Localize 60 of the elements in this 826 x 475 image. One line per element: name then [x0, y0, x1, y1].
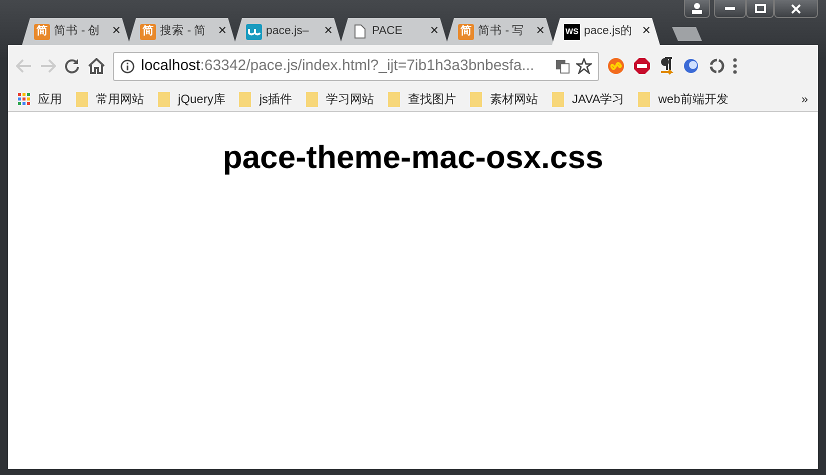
bookmark-item[interactable]: 学习网站	[306, 90, 374, 108]
adblock-icon[interactable]	[633, 57, 651, 75]
folder-icon	[552, 92, 564, 106]
reload-icon[interactable]	[64, 58, 80, 74]
folder-icon	[158, 92, 170, 106]
bookmark-item[interactable]: JAVA学习	[552, 90, 624, 108]
folder-icon	[306, 92, 318, 106]
apps-icon	[18, 93, 30, 105]
extension-icon[interactable]	[683, 57, 701, 75]
bookmark-item[interactable]: web前端开发	[638, 90, 728, 108]
bookmark-item[interactable]: 查找图片	[388, 90, 456, 108]
new-tab-button[interactable]	[672, 27, 702, 41]
page-heading: pace-theme-mac-osx.css	[222, 138, 604, 176]
translate-icon[interactable]	[555, 58, 570, 74]
jianshu-icon: 简	[34, 24, 50, 40]
info-icon[interactable]	[120, 58, 135, 74]
folder-icon	[638, 92, 650, 106]
close-icon	[791, 4, 801, 14]
tab-close-icon[interactable]: ✕	[324, 23, 333, 40]
page-icon	[352, 24, 368, 40]
jianshu-icon: 简	[458, 24, 474, 40]
url-text: localhost:63342/pace.js/index.html?_ijt=7ib1h3a3bnbesfa...	[141, 56, 536, 76]
close-button[interactable]	[774, 0, 818, 18]
browser-tab[interactable]: 简 简书 - 写 ✕	[446, 18, 554, 45]
browser-tab[interactable]: 简 简书 - 创 ✕	[22, 18, 130, 45]
tab-close-icon[interactable]: ✕	[218, 23, 227, 40]
browser-tab[interactable]: WS pace.js的 ✕	[552, 18, 660, 45]
folder-icon	[470, 92, 482, 106]
extension-icon[interactable]	[709, 58, 725, 74]
home-icon[interactable]	[88, 58, 105, 74]
maximize-icon	[754, 4, 766, 13]
bookmark-item[interactable]: js插件	[239, 90, 292, 108]
tab-close-icon[interactable]: ✕	[112, 23, 121, 40]
pilcrow-icon[interactable]	[659, 57, 675, 75]
webstorm-icon: WS	[564, 24, 580, 40]
minimize-button[interactable]	[714, 0, 746, 18]
browser-tab[interactable]: pace.js– ✕	[234, 18, 342, 45]
maximize-button[interactable]	[746, 0, 774, 18]
browser-tab[interactable]: 简 搜索 - 简 ✕	[128, 18, 236, 45]
tab-close-icon[interactable]: ✕	[536, 23, 545, 40]
profile-icon	[691, 3, 703, 14]
tab-close-icon[interactable]: ✕	[430, 23, 439, 40]
tab-close-icon[interactable]: ✕	[642, 23, 651, 40]
folder-icon	[388, 92, 400, 106]
minimize-icon	[725, 6, 735, 10]
profile-button[interactable]	[684, 0, 710, 18]
jianshu-icon: 简	[140, 24, 156, 40]
menu-icon[interactable]	[733, 58, 737, 74]
bookmark-item[interactable]: jQuery库	[158, 90, 226, 108]
bookmark-item[interactable]: 应用	[18, 90, 62, 108]
wj-icon	[246, 24, 262, 40]
folder-icon	[239, 92, 252, 106]
more-bookmarks-button[interactable]: »	[801, 90, 808, 108]
bookmark-item[interactable]: 常用网站	[76, 90, 144, 108]
bookmark-item[interactable]: 素材网站	[470, 90, 538, 108]
star-icon[interactable]	[576, 58, 592, 74]
address-bar[interactable]: localhost:63342/pace.js/index.html?_ijt=7ib1h3a3bnbesfa...	[113, 52, 599, 80]
extension-icon[interactable]	[607, 58, 625, 74]
browser-tab[interactable]: PACE ✕	[340, 18, 448, 45]
folder-icon	[76, 92, 88, 106]
